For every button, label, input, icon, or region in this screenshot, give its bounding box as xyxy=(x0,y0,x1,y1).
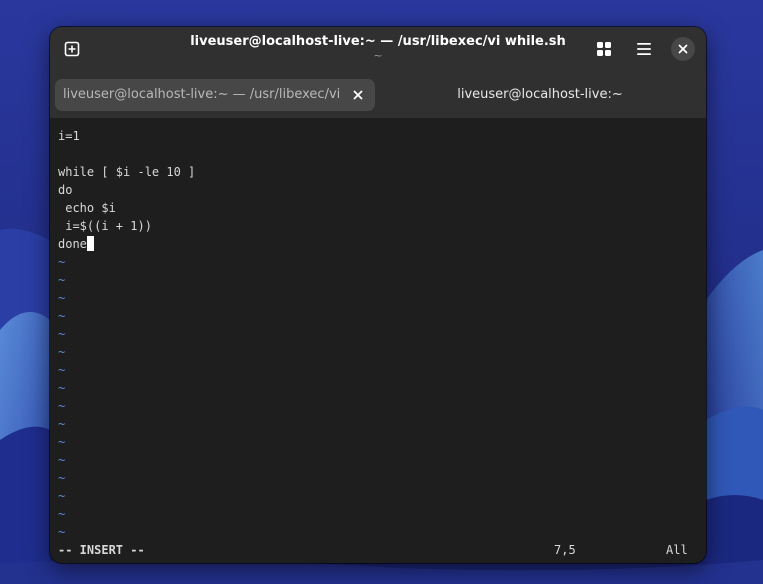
tab-label: liveuser@localhost-live:~ — /usr/libexec… xyxy=(63,87,341,102)
code-line: done xyxy=(58,237,87,251)
close-window-button[interactable] xyxy=(671,37,695,61)
cursor-position: 7,5 xyxy=(554,543,576,557)
close-icon xyxy=(678,44,688,54)
code-line: i=$((i + 1)) xyxy=(58,219,152,233)
main-menu-button[interactable] xyxy=(630,35,658,63)
new-tab-icon xyxy=(64,41,80,57)
empty-line-marker: ~ xyxy=(58,273,66,287)
vi-mode-indicator: -- INSERT -- xyxy=(58,543,145,557)
header-bar: liveuser@localhost-live:~ — /usr/libexec… xyxy=(50,27,706,118)
tab-overview-button[interactable] xyxy=(590,35,618,63)
empty-line-marker: ~ xyxy=(58,255,66,269)
empty-line-marker: ~ xyxy=(58,525,66,539)
empty-line-marker: ~ xyxy=(58,309,66,323)
code-line-cursor: done xyxy=(58,235,94,253)
empty-line-marker: ~ xyxy=(58,435,66,449)
code-line: echo $i xyxy=(58,201,116,215)
tab-vi-while-sh[interactable]: liveuser@localhost-live:~ — /usr/libexec… xyxy=(55,79,375,111)
empty-line-marker: ~ xyxy=(58,471,66,485)
tab-shell[interactable]: liveuser@localhost-live:~ xyxy=(380,79,700,111)
empty-line-marker: ~ xyxy=(58,327,66,341)
new-tab-button[interactable] xyxy=(58,35,86,63)
grid-icon xyxy=(597,42,611,56)
empty-line-marker: ~ xyxy=(58,507,66,521)
tab-close-button[interactable] xyxy=(349,86,367,104)
empty-line-marker: ~ xyxy=(58,363,66,377)
terminal-window: liveuser@localhost-live:~ — /usr/libexec… xyxy=(50,27,706,563)
empty-line-marker: ~ xyxy=(58,291,66,305)
code-line: while [ $i -le 10 ] xyxy=(58,165,196,179)
hamburger-menu-icon xyxy=(637,43,651,55)
empty-line-marker: ~ xyxy=(58,399,66,413)
empty-line-marker: ~ xyxy=(58,381,66,395)
close-icon xyxy=(353,90,363,100)
empty-line-marker: ~ xyxy=(58,345,66,359)
scroll-position: All xyxy=(666,543,688,557)
text-cursor xyxy=(86,236,94,251)
empty-line-marker: ~ xyxy=(58,417,66,431)
terminal-content[interactable]: i=1 while [ $i -le 10 ] do echo $i i=$((… xyxy=(50,118,706,563)
empty-line-marker: ~ xyxy=(58,453,66,467)
empty-line-marker: ~ xyxy=(58,489,66,503)
window-subtitle: ~ xyxy=(373,49,383,62)
code-line: do xyxy=(58,183,73,197)
code-line: i=1 xyxy=(58,129,80,143)
